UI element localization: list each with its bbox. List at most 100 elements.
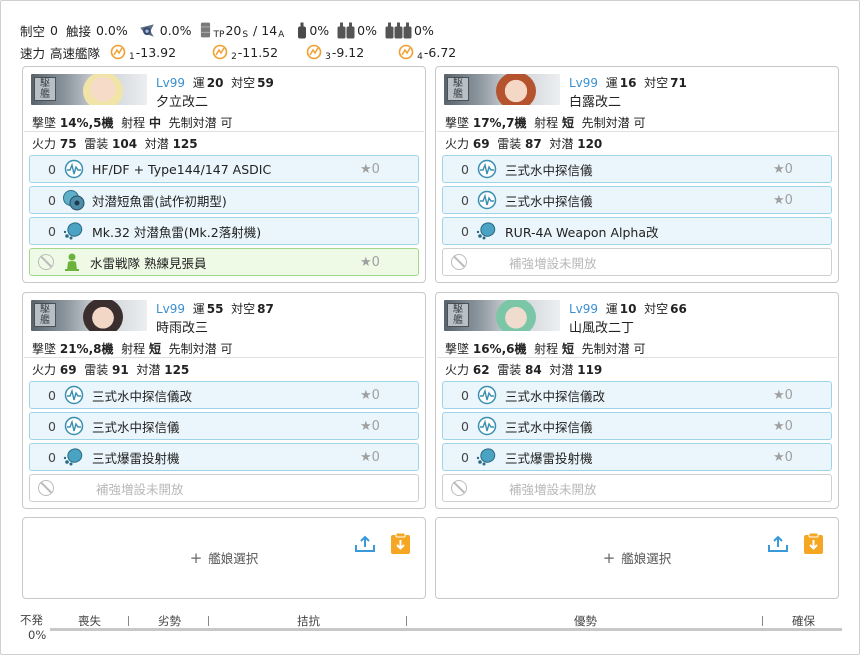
air-state-superiority: 優勢 bbox=[574, 614, 597, 628]
equipment-slot[interactable]: 0 Mk.32 対潜魚雷(Mk.2落射機) bbox=[29, 217, 419, 245]
header-row-1: 制空 0 触接 0.0% 0.0% TP 20 S / 14 A 0% 0% 0% bbox=[20, 22, 434, 40]
improvement-star: ★0 bbox=[773, 192, 793, 208]
improvement-star: ★0 bbox=[360, 387, 380, 403]
empty-ship-slot[interactable]: + 艦娘選択 bbox=[435, 517, 839, 599]
equipment-slot[interactable]: 0 三式水中探信儀 ★0 bbox=[442, 155, 832, 183]
reinforcement-slot-locked[interactable]: 補強増設未開放 bbox=[442, 474, 832, 502]
ship-level-line: Lv99 運 10 対空 66 bbox=[569, 302, 687, 316]
asw-torpedo-icon bbox=[62, 190, 86, 211]
equipment-slot[interactable]: 0 対潜短魚雷(試作初期型) bbox=[29, 186, 419, 214]
depth-charge-icon bbox=[62, 447, 86, 467]
equipment-slot[interactable]: 0 三式水中探信儀 ★0 bbox=[29, 412, 419, 440]
ship-stat-line-1: 撃墜 14%,5機 射程 中 先制対潜 可 bbox=[32, 116, 233, 130]
locked-icon bbox=[38, 480, 54, 496]
ship-name: 白露改二 bbox=[569, 95, 622, 110]
ship-stat-line-1: 撃墜 16%,6機 射程 短 先制対潜 可 bbox=[445, 342, 646, 356]
locked-icon bbox=[38, 254, 54, 270]
recon-value: 0.0% bbox=[159, 22, 192, 38]
empty-ship-slot[interactable]: + 艦娘選択 bbox=[22, 517, 426, 599]
locked-icon bbox=[451, 480, 467, 496]
locked-icon bbox=[451, 254, 467, 270]
reinforcement-slot-locked[interactable]: 補強増設未開放 bbox=[29, 474, 419, 502]
formation-value-3: -9.12 bbox=[331, 44, 365, 60]
air-state-parity: 拮抗 bbox=[297, 614, 320, 628]
clipboard-icon[interactable] bbox=[803, 532, 824, 555]
equipment-slot[interactable]: 0 HF/DF + Type144/147 ASDIC ★0 bbox=[29, 155, 419, 183]
ship-stat-line-2: 火力 75 雷装 104 対潜 125 bbox=[32, 137, 198, 151]
ship-class-emblem: 駆艦 bbox=[34, 77, 56, 101]
sonar-icon bbox=[475, 416, 499, 436]
ship-banner[interactable]: 駆艦 bbox=[31, 74, 147, 105]
air-control-value: 0 bbox=[50, 22, 58, 38]
ship-stat-line-1: 撃墜 21%,8機 射程 短 先制対潜 可 bbox=[32, 342, 233, 356]
drum-one-value: 0% bbox=[309, 22, 330, 38]
tp-value-s: 20 bbox=[225, 22, 242, 38]
drum-three-value: 0% bbox=[414, 22, 434, 38]
ship-class-emblem: 駆艦 bbox=[447, 77, 469, 101]
improvement-star: ★0 bbox=[773, 418, 793, 434]
air-state-supremacy: 確保 bbox=[792, 614, 815, 628]
ship-banner[interactable]: 駆艦 bbox=[444, 300, 560, 331]
reinforcement-slot[interactable]: 水雷戦隊 熟練見張員 ★0 bbox=[29, 248, 419, 276]
equipment-slot[interactable]: 0 三式爆雷投射機 ★0 bbox=[442, 443, 832, 471]
ship-level-line: Lv99 運 20 対空 59 bbox=[156, 76, 274, 90]
double-drum-icon bbox=[337, 22, 355, 38]
equipment-slot[interactable]: 0 三式水中探信儀改 ★0 bbox=[29, 381, 419, 409]
equipment-slot[interactable]: 0 三式水中探信儀 ★0 bbox=[442, 186, 832, 214]
ship-stat-line-2: 火力 69 雷装 87 対潜 120 bbox=[445, 137, 603, 151]
ship-card-shiratsuyu[interactable]: 駆艦 Lv99 運 16 対空 71 白露改二 撃墜 17%,7機 射程 短 先制対… bbox=[435, 66, 839, 283]
ship-name: 夕立改二 bbox=[156, 95, 209, 110]
ship-portrait bbox=[496, 300, 536, 331]
ship-card-yuudachi[interactable]: 駆艦 Lv99 運 20 対空 59 夕立改二 撃墜 14%,5機 射程 中 先制対… bbox=[22, 66, 426, 283]
formation-icon bbox=[398, 44, 414, 60]
ship-banner[interactable]: 駆艦 bbox=[444, 74, 560, 105]
equipment-slot[interactable]: 0 三式水中探信儀改 ★0 bbox=[442, 381, 832, 409]
air-fail-label: 不発 bbox=[20, 613, 43, 627]
improvement-star: ★0 bbox=[360, 254, 380, 270]
clipboard-icon[interactable] bbox=[390, 532, 411, 555]
formation-value-1: -13.92 bbox=[135, 44, 177, 60]
ship-name: 山風改二丁 bbox=[569, 321, 635, 336]
sonar-icon bbox=[475, 190, 499, 210]
air-fail-value: 0% bbox=[28, 628, 47, 642]
sonar-icon bbox=[62, 385, 86, 405]
ship-card-yamakaze[interactable]: 駆艦 Lv99 運 10 対空 66 山風改二丁 撃墜 16%,6機 射程 短 先制… bbox=[435, 292, 839, 509]
upload-icon[interactable] bbox=[767, 535, 789, 553]
ship-level-line: Lv99 運 55 対空 87 bbox=[156, 302, 274, 316]
ship-stat-line-2: 火力 62 雷装 84 対潜 119 bbox=[445, 363, 603, 377]
ship-portrait bbox=[83, 74, 123, 105]
depth-charge-icon bbox=[475, 447, 499, 467]
depth-charge-icon bbox=[62, 221, 86, 241]
crew-icon bbox=[60, 252, 84, 272]
header-row-2: 速力 高速艦隊 1 -13.92 2 -11.52 3 -9.12 4 -6.72 bbox=[20, 44, 457, 63]
ship-class-emblem: 駆艦 bbox=[34, 303, 56, 327]
sonar-icon bbox=[62, 159, 86, 179]
ship-card-shigure[interactable]: 駆艦 Lv99 運 55 対空 87 時雨改三 撃墜 21%,8機 射程 短 先制対… bbox=[22, 292, 426, 509]
tp-value-a: 14 bbox=[261, 22, 278, 38]
reinforcement-slot-locked[interactable]: 補強増設未開放 bbox=[442, 248, 832, 276]
equipment-slot[interactable]: 0 三式水中探信儀 ★0 bbox=[442, 412, 832, 440]
formation-value-4: -6.72 bbox=[423, 44, 457, 60]
sonar-icon bbox=[475, 159, 499, 179]
equipment-slot[interactable]: 0 三式爆雷投射機 ★0 bbox=[29, 443, 419, 471]
formation-icon bbox=[110, 44, 126, 60]
ship-stat-line-1: 撃墜 17%,7機 射程 短 先制対潜 可 bbox=[445, 116, 646, 130]
formation-icon bbox=[306, 44, 322, 60]
equipment-slot[interactable]: 0 RUR-4A Weapon Alpha改 bbox=[442, 217, 832, 245]
ship-portrait bbox=[83, 300, 123, 331]
ship-banner[interactable]: 駆艦 bbox=[31, 300, 147, 331]
ship-level-line: Lv99 運 16 対空 71 bbox=[569, 76, 687, 90]
upload-icon[interactable] bbox=[354, 535, 376, 553]
ship-portrait bbox=[496, 74, 536, 105]
sonar-icon bbox=[62, 416, 86, 436]
improvement-star: ★0 bbox=[773, 449, 793, 465]
formation-icon bbox=[212, 44, 228, 60]
improvement-star: ★0 bbox=[773, 387, 793, 403]
air-state-denial: 劣勢 bbox=[158, 614, 181, 628]
air-state-lost: 喪失 bbox=[78, 614, 101, 628]
improvement-star: ★0 bbox=[773, 161, 793, 177]
fleet-speed-value: 高速艦隊 bbox=[50, 45, 101, 61]
contact-value: 0.0% bbox=[95, 22, 128, 38]
improvement-star: ★0 bbox=[360, 161, 380, 177]
sonar-icon bbox=[475, 385, 499, 405]
